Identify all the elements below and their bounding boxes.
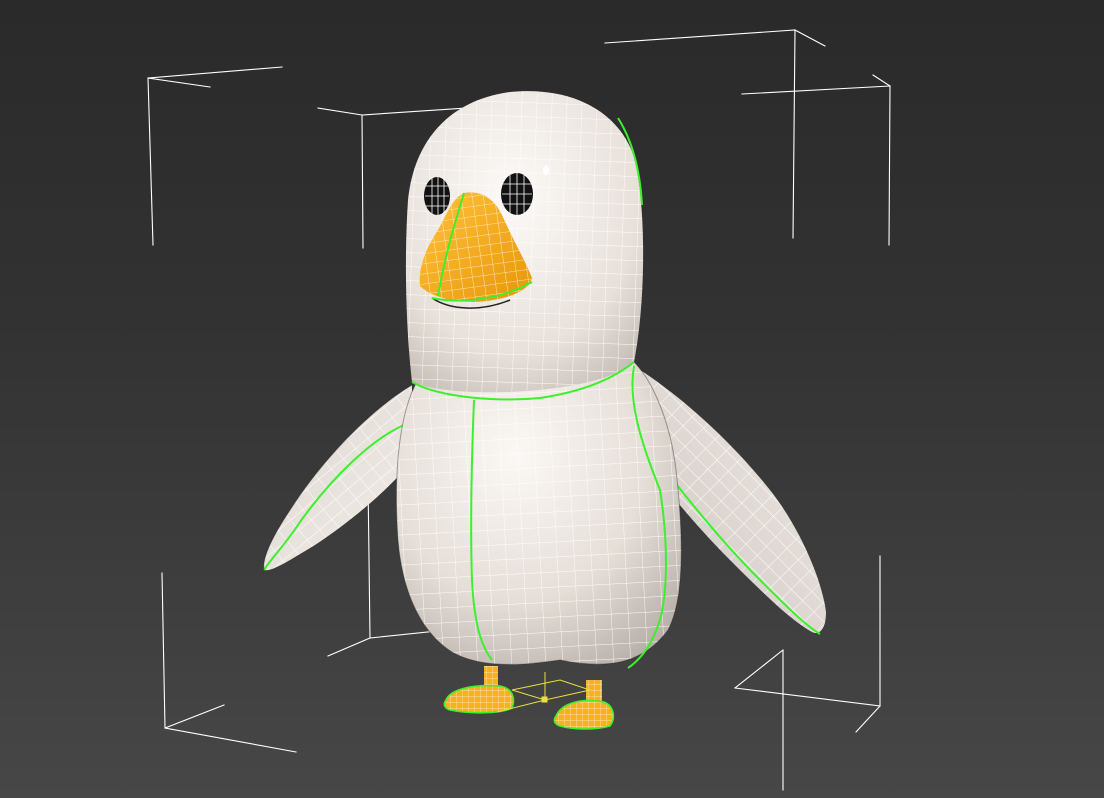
3d-viewport[interactable] — [0, 0, 1104, 798]
left-eye[interactable] — [424, 177, 450, 215]
right-eye[interactable] — [501, 173, 533, 215]
left-foot[interactable] — [443, 666, 515, 714]
left-wing[interactable] — [263, 384, 413, 571]
viewport-scene[interactable] — [0, 0, 1104, 798]
right-foot[interactable] — [553, 680, 615, 730]
